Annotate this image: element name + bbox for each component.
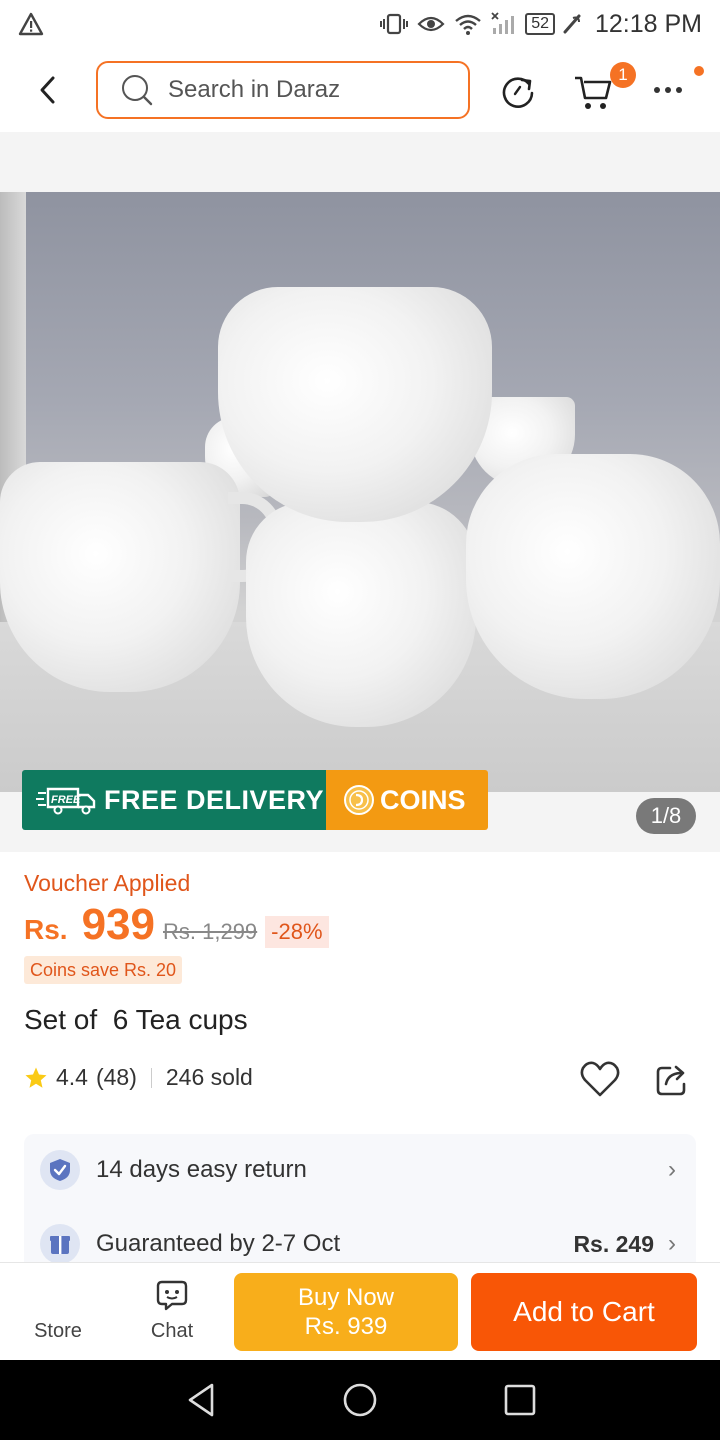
bottom-action-bar: Store Chat Buy Now Rs. 939 Add to Cart — [0, 1262, 720, 1360]
buy-now-label: Buy Now — [297, 1284, 395, 1311]
search-icon — [120, 73, 154, 107]
chevron-right-icon: › — [668, 1230, 676, 1257]
promo-banner: FREE FREE DELIVERY COINS — [22, 770, 488, 830]
vibrate-icon — [379, 12, 409, 36]
buy-now-button[interactable]: Buy Now Rs. 939 — [234, 1273, 458, 1351]
search-input[interactable]: Search in Daraz — [96, 61, 470, 119]
store-button[interactable]: Store — [18, 1273, 98, 1353]
price-row: Rs. 939 Rs. 1,299 -28% — [24, 900, 329, 950]
wifi-icon — [453, 12, 483, 36]
back-button[interactable] — [30, 72, 66, 108]
delivery-truck-icon: FREE — [36, 787, 96, 815]
chat-button[interactable]: Chat — [132, 1273, 212, 1353]
divider — [150, 1067, 152, 1088]
chat-label: Chat — [150, 1320, 194, 1342]
system-nav-bar — [0, 1360, 720, 1440]
product-title: Set of 6 Tea cups — [24, 1004, 248, 1035]
store-label: Store — [34, 1320, 82, 1342]
free-delivery-label: FREE DELIVERY — [104, 784, 325, 815]
square-recents-icon — [504, 1384, 536, 1416]
refresh-button[interactable] — [498, 72, 538, 112]
service-row-return[interactable]: 14 days easy return › — [24, 1150, 696, 1190]
chevron-right-icon: › — [668, 1156, 676, 1183]
notification-dot — [694, 66, 704, 76]
share-button[interactable] — [654, 1062, 690, 1098]
nav-back-button[interactable] — [182, 1380, 222, 1420]
wishlist-button[interactable] — [580, 1060, 620, 1098]
coins-badge: COINS — [326, 770, 488, 830]
image-counter: 1/8 — [636, 798, 696, 834]
rating-value: 4.4 — [56, 1064, 88, 1090]
heart-icon — [580, 1061, 620, 1097]
battery-saver-icon — [563, 14, 581, 34]
svg-text:FREE: FREE — [51, 794, 81, 806]
discount-badge: -28% — [265, 916, 329, 948]
free-delivery-badge: FREE FREE DELIVERY — [22, 770, 326, 830]
eye-icon — [417, 13, 445, 35]
battery-icon: 52 — [525, 13, 555, 35]
add-to-cart-button[interactable]: Add to Cart — [471, 1273, 697, 1351]
more-icon[interactable] — [654, 78, 694, 102]
current-price: 939 — [81, 900, 155, 949]
signal-icon — [491, 12, 517, 36]
clock: 12:18 PM — [594, 9, 702, 38]
price-currency: Rs. — [24, 914, 68, 945]
chat-icon — [156, 1280, 188, 1311]
voucher-applied-label: Voucher Applied — [24, 870, 191, 896]
shield-check-icon — [40, 1150, 80, 1190]
cart-count-badge: 1 — [610, 62, 636, 88]
sold-count: 246 sold — [165, 1064, 253, 1090]
star-icon — [25, 1067, 47, 1088]
status-bar: 52 12:18 PM — [0, 0, 720, 48]
add-to-cart-label: Add to Cart — [513, 1296, 655, 1327]
rating-row[interactable]: 4.4 (48) 246 sold — [24, 1064, 253, 1091]
refresh-icon — [502, 77, 534, 108]
back-arrow-icon — [40, 76, 55, 104]
nav-recents-button[interactable] — [500, 1380, 540, 1420]
coin-icon — [344, 785, 374, 815]
service-row-delivery[interactable]: Guaranteed by 2-7 Oct Rs. 249 › — [24, 1224, 696, 1264]
warning-icon — [18, 12, 44, 36]
triangle-back-icon — [188, 1383, 214, 1417]
header-spacer — [0, 132, 720, 192]
buy-now-price: Rs. 939 — [304, 1313, 388, 1340]
share-icon — [656, 1065, 686, 1096]
nav-home-button[interactable] — [340, 1380, 380, 1420]
coins-label: COINS — [380, 784, 466, 815]
coins-save-badge: Coins save Rs. 20 — [24, 956, 183, 984]
service-text: 14 days easy return — [96, 1156, 307, 1183]
original-price: Rs. 1,299 — [163, 919, 258, 944]
service-card: 14 days easy return › Guaranteed by 2-7 … — [24, 1134, 696, 1274]
delivery-box-icon — [40, 1224, 80, 1264]
product-image[interactable] — [0, 192, 720, 792]
delivery-fee: Rs. 249 — [573, 1230, 654, 1257]
service-text: Guaranteed by 2-7 Oct — [96, 1230, 341, 1257]
circle-home-icon — [343, 1383, 377, 1417]
search-placeholder: Search in Daraz — [168, 76, 341, 103]
rating-count: (48) — [95, 1064, 137, 1090]
top-header: Search in Daraz 1 — [0, 48, 720, 132]
